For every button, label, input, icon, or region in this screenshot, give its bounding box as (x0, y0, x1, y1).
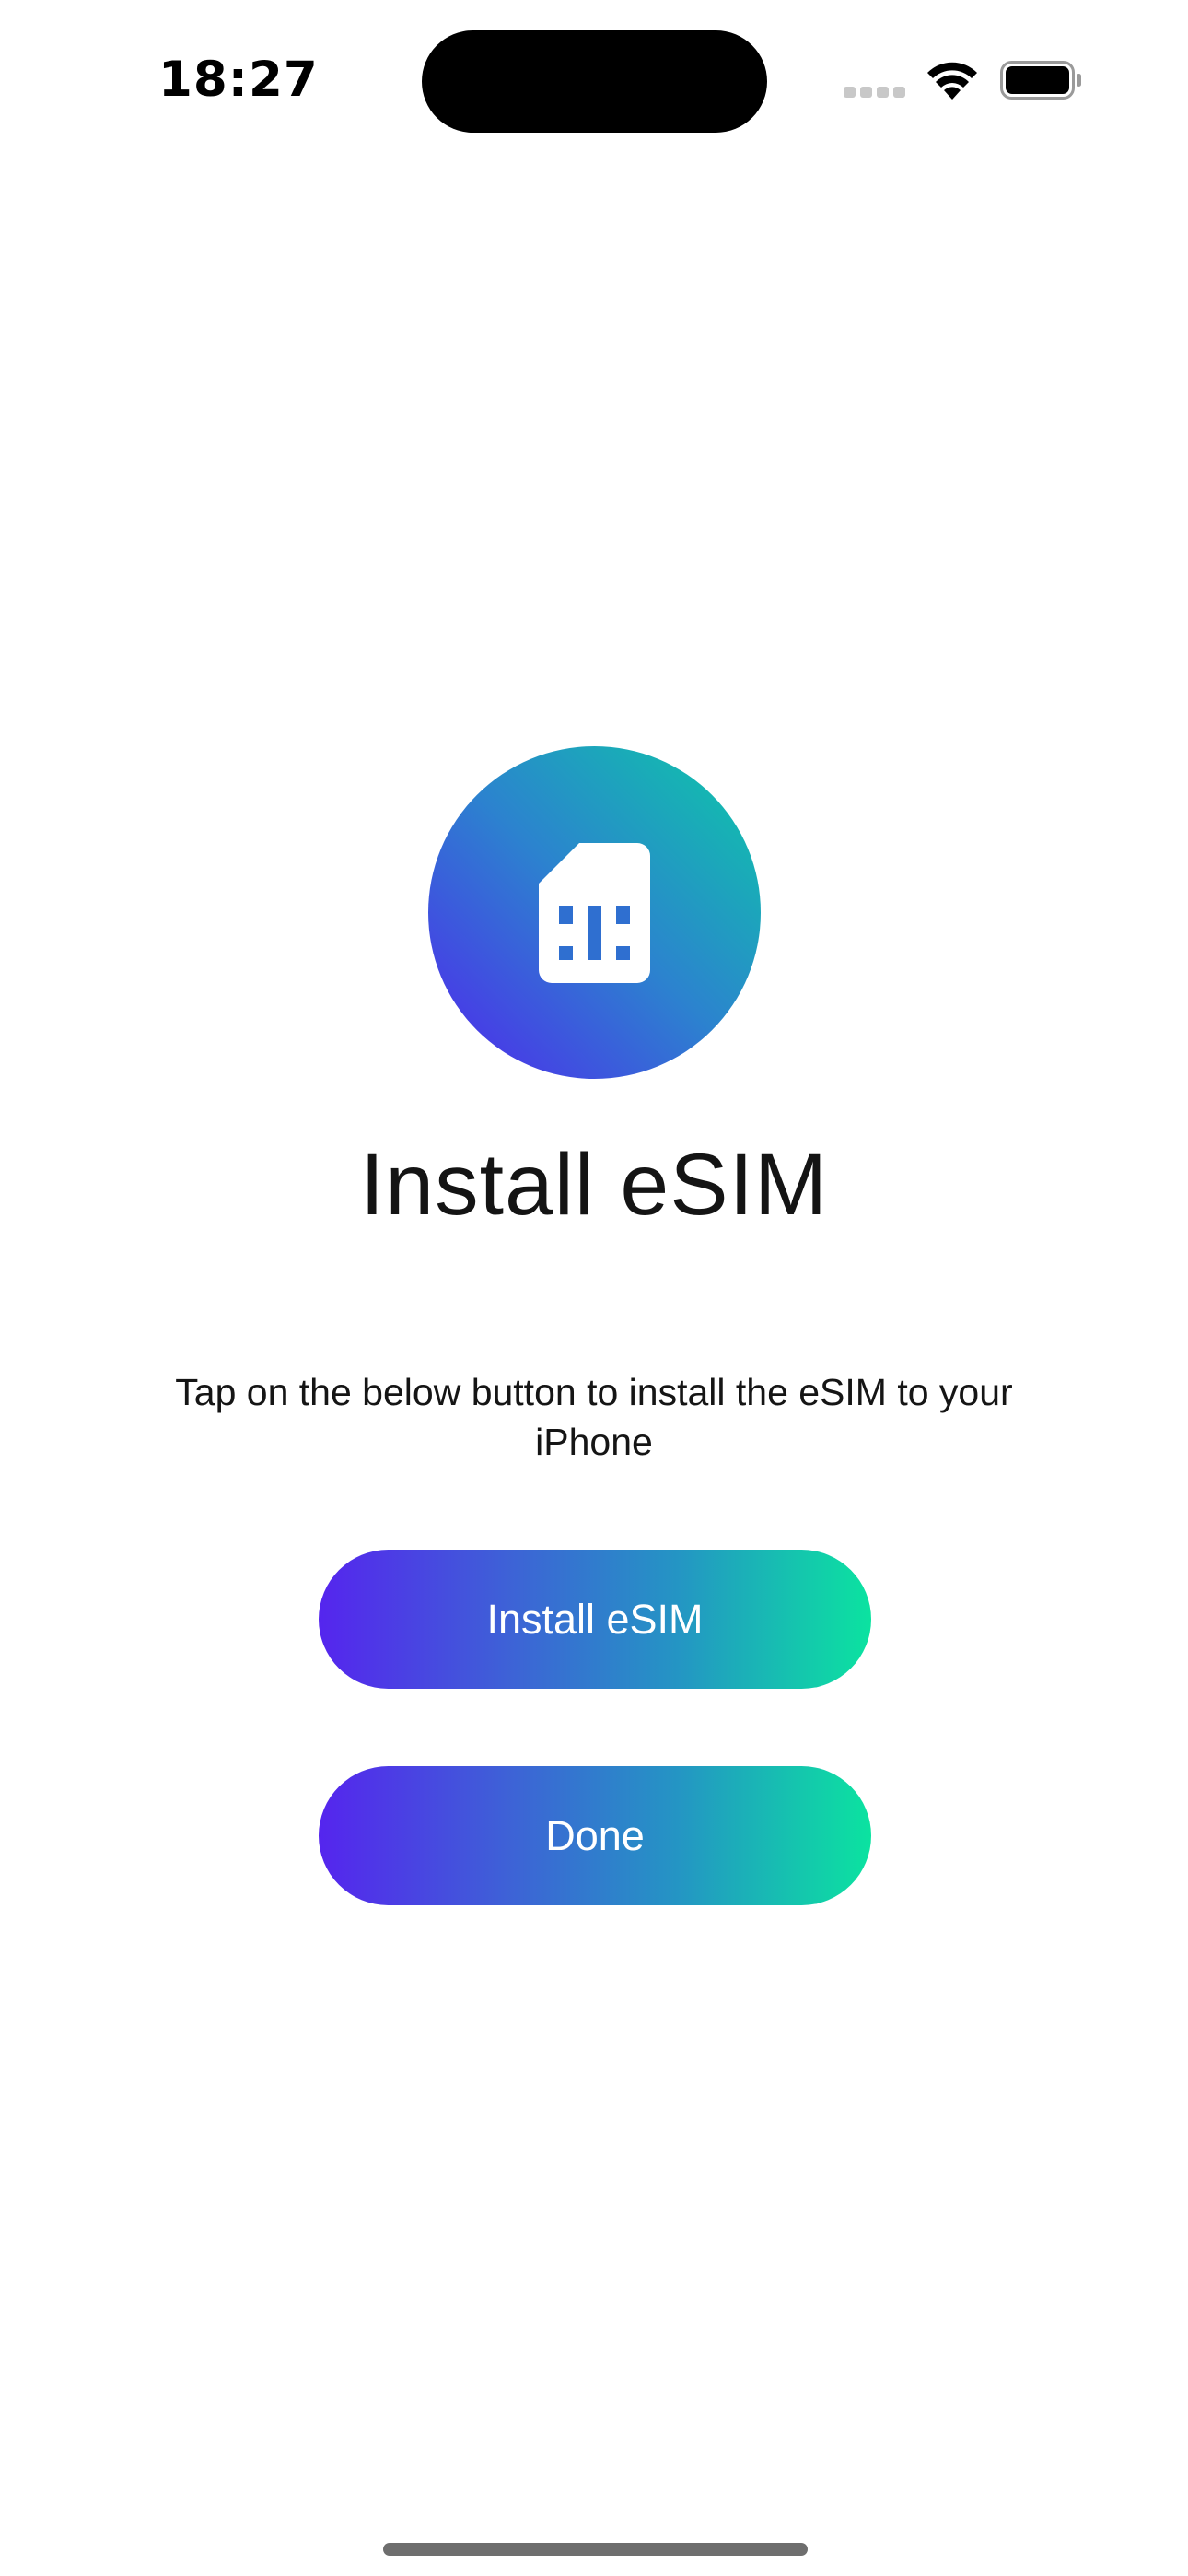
battery-icon (1000, 61, 1081, 100)
instruction-text: Tap on the below button to install the e… (175, 1371, 1013, 1463)
status-time: 18:27 (158, 52, 319, 108)
home-indicator[interactable] (383, 2543, 808, 2556)
dynamic-island (422, 30, 767, 133)
sim-card-icon (539, 843, 650, 983)
install-esim-button[interactable]: Install eSIM (319, 1550, 871, 1689)
done-button[interactable]: Done (319, 1766, 871, 1905)
page-title: Install eSIM (359, 1136, 829, 1234)
cellular-signal-icon (844, 87, 906, 98)
done-button-label: Done (545, 1811, 645, 1859)
wifi-icon (927, 62, 977, 100)
install-esim-button-label: Install eSIM (486, 1595, 704, 1643)
